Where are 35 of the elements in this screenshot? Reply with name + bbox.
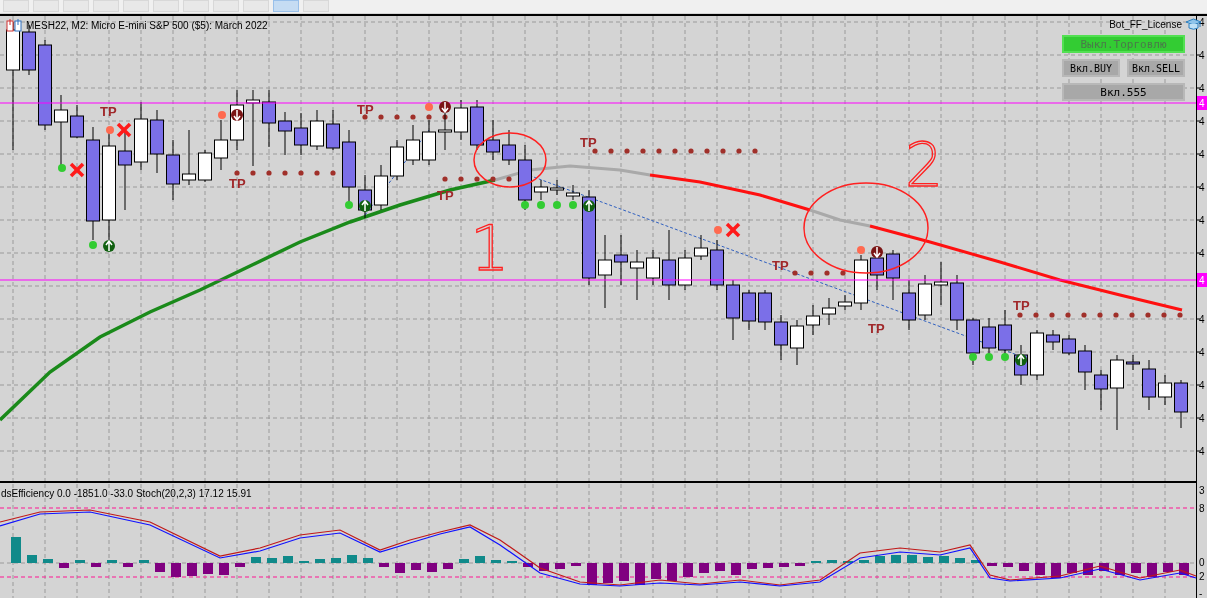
tp-label: TP	[1013, 298, 1030, 313]
indicator-title: dsEfficiency 0.0 -1851.0 -33.0 Stoch(20,2,3) 17.12 15.91	[1, 488, 252, 499]
tp-label: TP	[357, 102, 374, 117]
indicator-axis-label: 3	[1199, 485, 1205, 496]
indicator-axis-label: 2	[1199, 571, 1205, 582]
tp-label: TP	[100, 104, 117, 119]
handwritten-number: 2	[905, 130, 944, 200]
tp-label: TP	[772, 258, 789, 273]
bot-button[interactable]: Вкл.SELL	[1127, 59, 1185, 77]
level-price-tag: 4	[1197, 96, 1207, 110]
price-axis-label: 4	[1199, 50, 1205, 61]
price-axis-label: 4	[1199, 17, 1205, 28]
price-axis-label: 4	[1199, 314, 1205, 325]
tp-label: TP	[868, 321, 885, 336]
indicator-axis-label: 0	[1199, 557, 1205, 568]
price-axis-label: 4	[1199, 215, 1205, 226]
indicator-axis-label: 8	[1199, 503, 1205, 514]
price-axis-label: 4	[1199, 182, 1205, 193]
price-axis-label: 4	[1199, 446, 1205, 457]
license-label: Bot_FF_License	[1109, 19, 1182, 30]
price-axis-label: 4	[1199, 413, 1205, 424]
price-axis-label: 4	[1199, 380, 1205, 391]
price-axis-label: 4	[1199, 149, 1205, 160]
tp-label: TP	[580, 135, 597, 150]
price-axis-label: 4	[1199, 83, 1205, 94]
handwritten-number: 1	[470, 212, 510, 285]
price-axis-label: 4	[1199, 116, 1205, 127]
price-axis-label: 4	[1199, 347, 1205, 358]
chart-title: MESH22, M2: Micro E-mini S&P 500 ($5): March 2022	[26, 20, 268, 31]
price-axis-label: 4	[1199, 248, 1205, 259]
bot-button[interactable]: Вкл.555	[1062, 83, 1185, 101]
level-price-tag: 4	[1197, 273, 1207, 287]
indicator-axis-label: -	[1199, 588, 1203, 598]
tp-label: TP	[229, 176, 246, 191]
bot-button[interactable]: Вкл.BUY	[1062, 59, 1120, 77]
